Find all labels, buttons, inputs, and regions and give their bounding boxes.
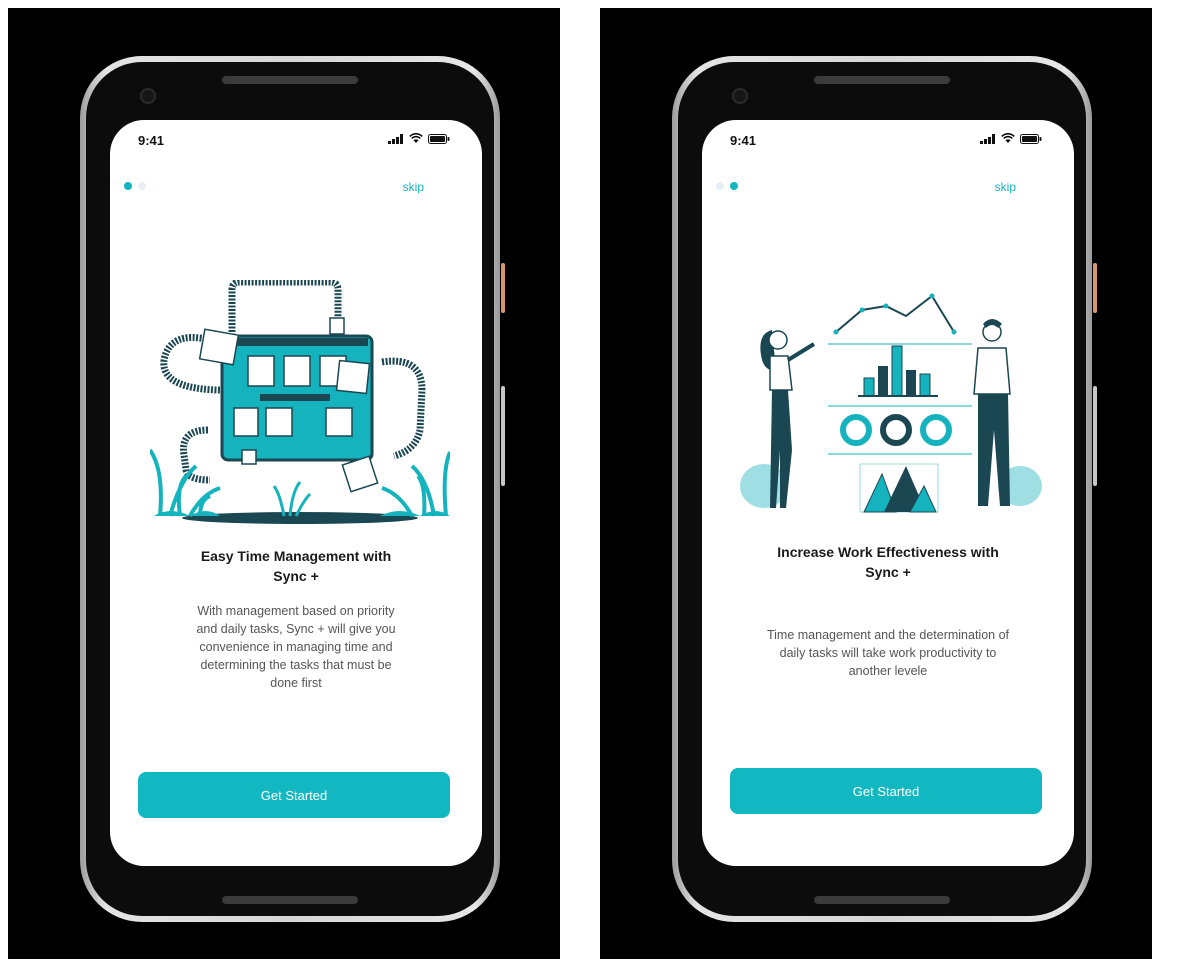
- top-speaker: [814, 76, 950, 84]
- onboarding-description: With management based on priority and da…: [196, 604, 396, 690]
- title-line-2: Sync +: [273, 568, 319, 584]
- status-icons: [980, 133, 1042, 144]
- phone-frame: 9:41 skip: [80, 56, 505, 922]
- bottom-speaker: [814, 896, 950, 904]
- signal-icon: [980, 133, 995, 144]
- status-icons: [388, 133, 450, 144]
- analytics-team-illustration: [740, 293, 1042, 513]
- power-button: [1093, 263, 1097, 313]
- skip-link[interactable]: skip: [995, 180, 1016, 194]
- status-time: 9:41: [138, 133, 165, 148]
- status-time: 9:41: [730, 133, 757, 148]
- page-dot-1[interactable]: [716, 182, 724, 190]
- wifi-icon: [1001, 133, 1015, 143]
- onboarding-title: Increase Work Effectiveness with Sync +: [702, 542, 1074, 582]
- front-camera: [732, 88, 748, 104]
- phone-bezel: 9:41 skip: [678, 62, 1086, 916]
- bottom-speaker: [222, 896, 358, 904]
- onboarding-description: Time management and the determination of…: [766, 628, 1010, 678]
- battery-icon: [1020, 133, 1042, 144]
- wifi-icon: [409, 133, 423, 143]
- phone-frame: 9:41 skip: [672, 56, 1097, 922]
- onboarding-panel-1: 9:41 skip Easy Time Management with Sync…: [8, 8, 560, 959]
- title-line-1: Easy Time Management with: [200, 548, 392, 564]
- volume-button: [501, 386, 505, 486]
- page-dot-2[interactable]: [138, 182, 146, 190]
- get-started-button[interactable]: Get Started: [138, 772, 450, 818]
- page-indicator: [716, 182, 738, 190]
- page-indicator: [124, 182, 146, 190]
- onboarding-screen: 9:41 skip: [702, 120, 1074, 866]
- skip-link[interactable]: skip: [403, 180, 424, 194]
- signal-icon: [388, 133, 403, 144]
- onboarding-title: Easy Time Management with Sync +: [110, 546, 482, 586]
- front-camera: [140, 88, 156, 104]
- volume-button: [1093, 386, 1097, 486]
- conveyor-board-illustration: [150, 280, 450, 524]
- title-line-2: Sync +: [865, 564, 911, 580]
- onboarding-panel-2: 9:41 skip Increase Work Effectiveness wi…: [600, 8, 1152, 959]
- onboarding-screen: 9:41 skip: [110, 120, 482, 866]
- title-line-1: Increase Work Effectiveness with: [777, 544, 999, 560]
- battery-icon: [428, 133, 450, 144]
- phone-bezel: 9:41 skip: [86, 62, 494, 916]
- get-started-button[interactable]: Get Started: [730, 768, 1042, 814]
- top-speaker: [222, 76, 358, 84]
- page-dot-2[interactable]: [730, 182, 738, 190]
- page-dot-1[interactable]: [124, 182, 132, 190]
- power-button: [501, 263, 505, 313]
